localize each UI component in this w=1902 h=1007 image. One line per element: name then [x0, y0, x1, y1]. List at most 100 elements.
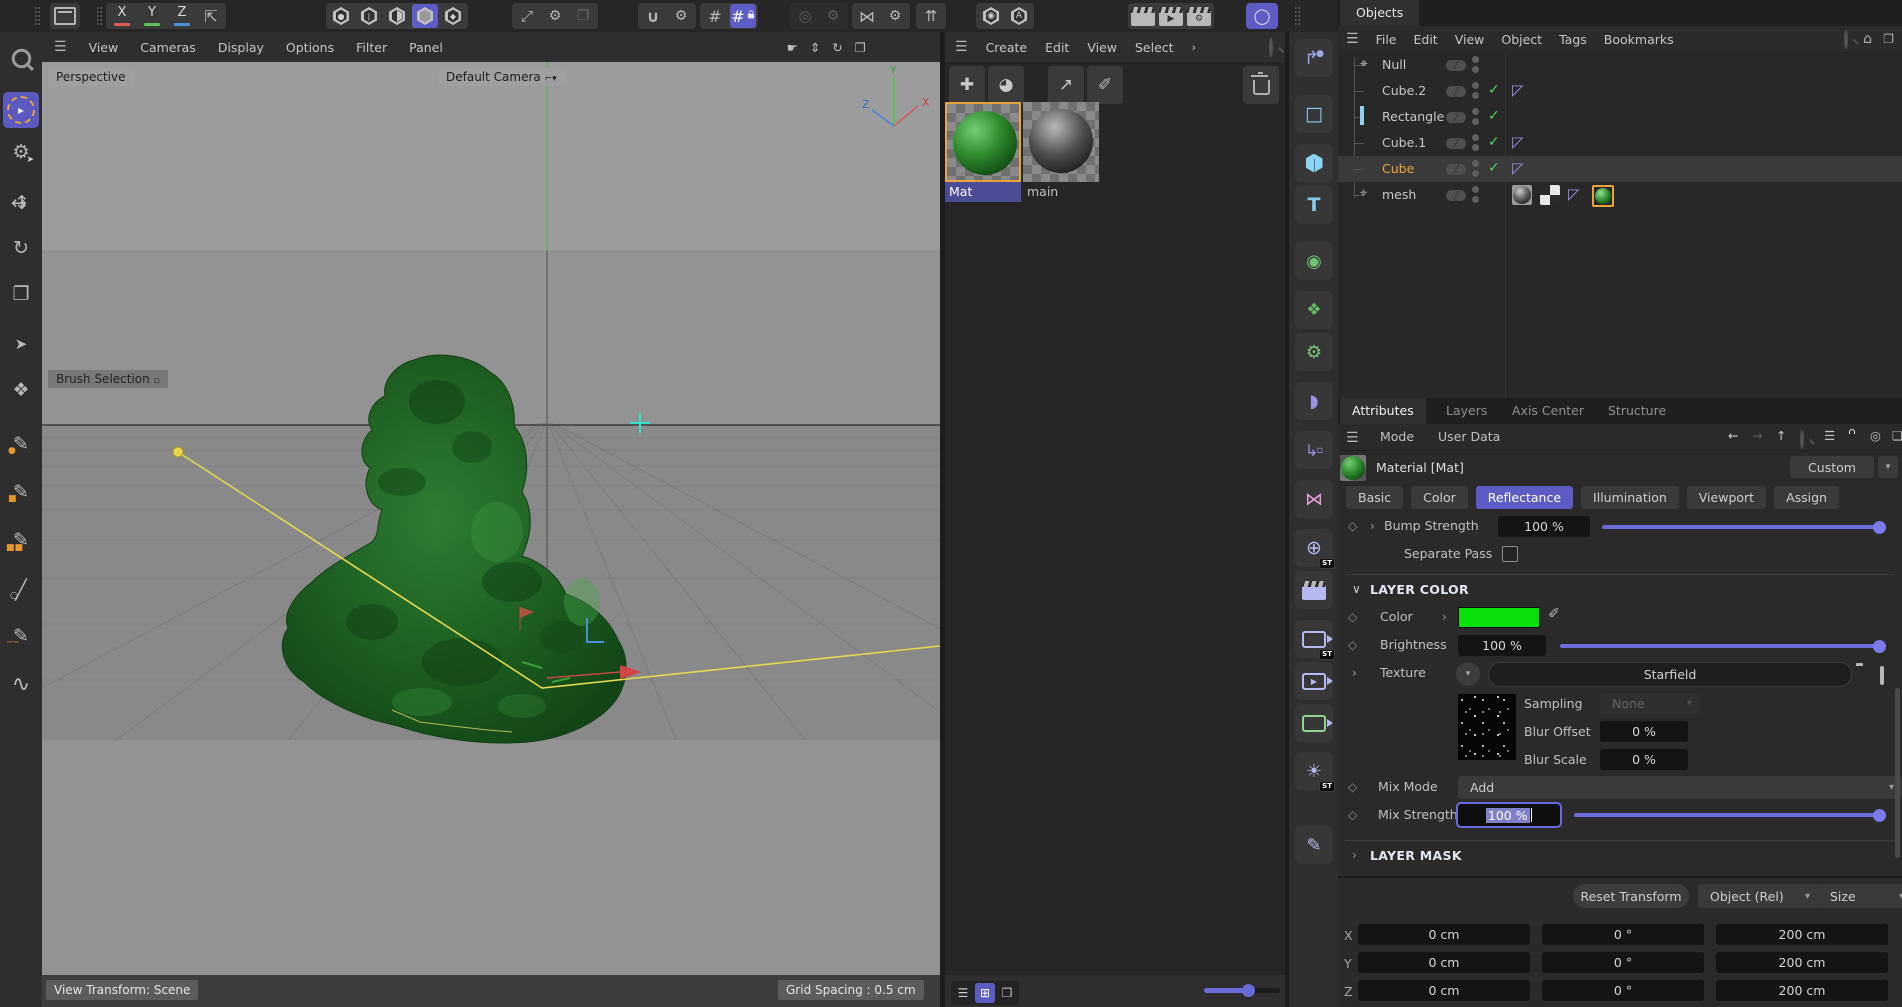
material-name-label[interactable]: Mat	[945, 182, 1021, 202]
falloff-button[interactable]: ◎	[792, 4, 818, 28]
tool-settings-button[interactable]: ⚙➤	[3, 134, 39, 170]
slider-knob[interactable]	[1242, 984, 1255, 997]
expand-chevron[interactable]: ›	[1370, 519, 1375, 533]
axis-modify-button[interactable]: ⤢	[514, 4, 540, 28]
render-view-button[interactable]	[1130, 4, 1156, 28]
mix-mode-dropdown[interactable]: Add▾	[1458, 776, 1902, 799]
add-text-button[interactable]: T	[1295, 186, 1333, 224]
blur-scale-value[interactable]: 0 %	[1600, 749, 1688, 770]
brush-selection-label[interactable]: Brush Selection ▫	[48, 370, 168, 388]
tree-row-cube1[interactable]: Cube.1 ╱ ✓ ◸	[1338, 130, 1902, 156]
phong-tag-icon[interactable]: ◸	[1512, 82, 1524, 98]
enabled-check-icon[interactable]: ✓	[1488, 82, 1500, 98]
viewport-menu-panel[interactable]: Panel	[409, 40, 443, 55]
keyframe-diamond-icon[interactable]: ◇	[1348, 610, 1357, 624]
rotate-tool[interactable]: ↻	[3, 230, 39, 266]
magnet-settings-button[interactable]: ⚙	[668, 4, 694, 28]
dolly-icon[interactable]: ⇕	[810, 40, 820, 55]
camera-selector[interactable]: Default Camera ⌐▾	[438, 68, 565, 86]
visibility-dots[interactable]	[1472, 108, 1480, 126]
objects-menu-object[interactable]: Object	[1501, 32, 1542, 47]
home-icon[interactable]: ⌂	[1863, 31, 1872, 47]
enabled-check-icon[interactable]: ✓	[1488, 160, 1500, 176]
pan-hand-icon[interactable]: ☛	[787, 40, 798, 55]
tree-item-label[interactable]: Rectangle	[1382, 109, 1444, 124]
editor-visibility-toggle[interactable]: ╱	[1446, 60, 1466, 71]
parent-up-icon[interactable]: ↑	[1776, 428, 1786, 443]
material-menu-select[interactable]: Select	[1135, 40, 1174, 55]
grid-button[interactable]: #	[702, 4, 728, 28]
sculpt-wrap-tool[interactable]: ∿	[3, 666, 39, 702]
editor-visibility-toggle[interactable]: ╱	[1446, 86, 1466, 97]
material-menu-create[interactable]: Create	[986, 40, 1028, 55]
pick-material-button[interactable]: ✐	[1087, 66, 1123, 104]
keyframe-diamond-icon[interactable]: ◇	[1348, 638, 1357, 652]
window-layout-button[interactable]	[52, 4, 78, 28]
hamburger-icon[interactable]: ☰	[54, 39, 67, 55]
mat-tab-illumination[interactable]: Illumination	[1581, 486, 1679, 509]
live-selection-tool[interactable]: ▸	[3, 92, 39, 128]
material-sphere-button[interactable]: ◕	[988, 66, 1024, 104]
scale-tool[interactable]: ❐	[3, 276, 39, 312]
tree-row-cube2[interactable]: Cube.2 ╱ ✓ ◸	[1338, 78, 1902, 104]
tree-item-label[interactable]: Cube	[1382, 161, 1414, 176]
mix-strength-slider[interactable]	[1574, 813, 1880, 817]
list-view-button[interactable]: ☰	[953, 983, 973, 1003]
coordinate-system-button[interactable]: ⇱	[198, 4, 224, 28]
add-subdivision-surface-button[interactable]: ◉	[1295, 242, 1333, 280]
texture-shader-bar[interactable]: Starfield	[1488, 662, 1852, 687]
phong-tag-icon[interactable]: ◸	[1512, 160, 1524, 176]
visibility-dots[interactable]	[1472, 82, 1480, 100]
size-mode-dropdown[interactable]: Size▾	[1816, 884, 1902, 908]
material-menu-edit[interactable]: Edit	[1045, 40, 1069, 55]
sculpt-pen-button[interactable]: ✎	[1295, 826, 1333, 864]
keyframe-diamond-icon[interactable]: ◇	[1348, 808, 1357, 822]
editor-visibility-toggle[interactable]: ╱	[1446, 190, 1466, 201]
selected-texture-tag[interactable]	[1592, 185, 1614, 207]
history-back-icon[interactable]: ←	[1728, 428, 1738, 443]
user-data-menu[interactable]: User Data	[1438, 429, 1500, 444]
hamburger-icon[interactable]: ☰	[1346, 430, 1359, 446]
expand-chevron[interactable]: ›	[1352, 848, 1357, 862]
reset-transform-button[interactable]: Reset Transform	[1573, 884, 1689, 908]
mat-tab-assign[interactable]: Assign	[1774, 486, 1839, 509]
mat-tab-viewport[interactable]: Viewport	[1687, 486, 1766, 509]
menu-overflow-chevron[interactable]: ›	[1192, 41, 1196, 54]
brightness-value[interactable]: 100 %	[1458, 635, 1546, 656]
hamburger-icon[interactable]: ☰	[955, 39, 968, 55]
phong-tag-icon[interactable]: ◸	[1512, 134, 1524, 150]
model-mode-button[interactable]	[412, 4, 438, 28]
material-name-label[interactable]: main	[1023, 182, 1099, 202]
color-swatch[interactable]	[1458, 607, 1540, 628]
phong-tag-icon[interactable]: ◸	[1568, 186, 1580, 202]
edges-mode-button[interactable]: ∣	[356, 4, 382, 28]
objects-menu-view[interactable]: View	[1455, 32, 1485, 47]
viewport-menu-display[interactable]: Display	[218, 40, 264, 55]
add-motion-camera-button[interactable]: ▶	[1295, 662, 1333, 700]
x-size-field[interactable]: 200 cm	[1716, 924, 1888, 945]
tree-item-label[interactable]: mesh	[1382, 187, 1416, 202]
scrollbar[interactable]	[1895, 688, 1900, 858]
search-icon[interactable]	[1844, 30, 1848, 49]
search-commander-button[interactable]	[3, 40, 39, 76]
viewport-canvas[interactable]: Y X Z	[42, 62, 940, 975]
snap-grid-button[interactable]: #	[730, 4, 756, 28]
auto-mode-button[interactable]: A	[1006, 4, 1032, 28]
search-icon[interactable]	[1800, 430, 1804, 449]
z-position-field[interactable]: 0 cm	[1358, 980, 1530, 1001]
new-material-button[interactable]: ✚	[949, 66, 985, 104]
collapse-chevron[interactable]: ∨	[1352, 582, 1361, 596]
selection-move-tool[interactable]: ➤	[3, 326, 39, 362]
tree-row-null[interactable]: ⌖ Null ╱	[1338, 52, 1902, 78]
lock-z-axis-button[interactable]: Z	[168, 4, 196, 28]
objects-tab[interactable]: Objects	[1340, 0, 1419, 26]
symmetry-button[interactable]: ⋈	[854, 4, 880, 28]
tab-layers[interactable]: Layers	[1434, 398, 1499, 424]
tweak-mode-button[interactable]: ◆	[440, 4, 466, 28]
expand-chevron[interactable]: ›	[1352, 666, 1357, 680]
extrude-normals-button[interactable]: ⇈	[918, 4, 944, 28]
tab-attributes[interactable]: Attributes	[1340, 398, 1426, 424]
editor-visibility-toggle[interactable]: ╱	[1446, 164, 1466, 175]
perspective-label[interactable]: Perspective	[48, 68, 134, 86]
material-thumbnail[interactable]	[945, 102, 1021, 182]
